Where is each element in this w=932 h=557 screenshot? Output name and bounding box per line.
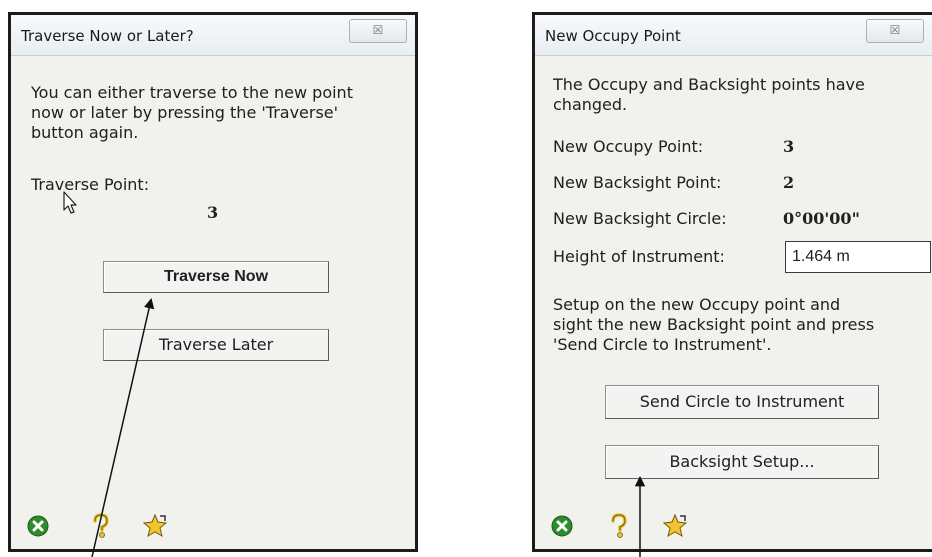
traverse-point-value: 3 [207,203,219,222]
new-backsight-point-label: New Backsight Point: [553,173,722,192]
favorite-icon[interactable] [663,513,689,539]
cancel-icon[interactable] [27,515,49,537]
help-icon[interactable] [91,513,111,539]
instruction-line-2: sight the new Backsight point and press [553,315,875,334]
new-backsight-circle-label: New Backsight Circle: [553,209,727,228]
dialog2-message-line-1: The Occupy and Backsight points have [553,75,865,94]
dialog1-close-button[interactable]: ☒ [349,19,407,43]
height-of-instrument-label: Height of Instrument: [553,247,725,266]
dialog1-message-line-3: button again. [31,123,139,142]
new-occupy-point-label: New Occupy Point: [553,137,704,156]
traverse-now-label: Traverse Now [163,268,269,285]
traverse-now-button[interactable]: Traverse Now [103,261,329,293]
dialog1-message-line-1: You can either traverse to the new point [31,83,353,102]
height-of-instrument-input[interactable] [785,241,931,273]
traverse-later-label: Traverse Later [158,335,274,354]
dialog1-title: Traverse Now or Later? [21,27,194,45]
instruction-line-3: 'Send Circle to Instrument'. [553,335,772,354]
dialog2-title: New Occupy Point [545,27,681,45]
dialog2-message-line-2: changed. [553,95,628,114]
mouse-cursor-icon [63,191,77,214]
traverse-later-button[interactable]: Traverse Later [103,329,329,361]
favorite-icon[interactable] [143,513,169,539]
cancel-icon[interactable] [551,515,573,537]
dialog2-close-button[interactable]: ☒ [866,19,924,43]
instruction-line-1: Setup on the new Occupy point and [553,295,841,314]
close-icon: ☒ [372,23,384,37]
traverse-point-label: Traverse Point: [31,175,150,194]
new-occupy-point-value: 3 [783,137,795,156]
backsight-setup-label: Backsight Setup... [669,452,815,471]
send-circle-label: Send Circle to Instrument [639,392,845,411]
dialog2-titlebar: New Occupy Point ☒ [535,15,932,56]
backsight-setup-button[interactable]: Backsight Setup... [605,445,879,479]
dialog1-titlebar: Traverse Now or Later? ☒ [11,15,415,56]
dialog1-message-line-2: now or later by pressing the 'Traverse' [31,103,339,122]
help-icon[interactable] [609,513,629,539]
close-icon: ☒ [889,23,901,37]
new-occupy-point-dialog: New Occupy Point ☒ The Occupy and Backsi… [532,12,932,552]
new-backsight-circle-value: 0°00'00" [783,209,860,228]
new-backsight-point-value: 2 [783,173,795,192]
traverse-now-or-later-dialog: Traverse Now or Later? ☒ You can either … [8,12,418,552]
send-circle-to-instrument-button[interactable]: Send Circle to Instrument [605,385,879,419]
